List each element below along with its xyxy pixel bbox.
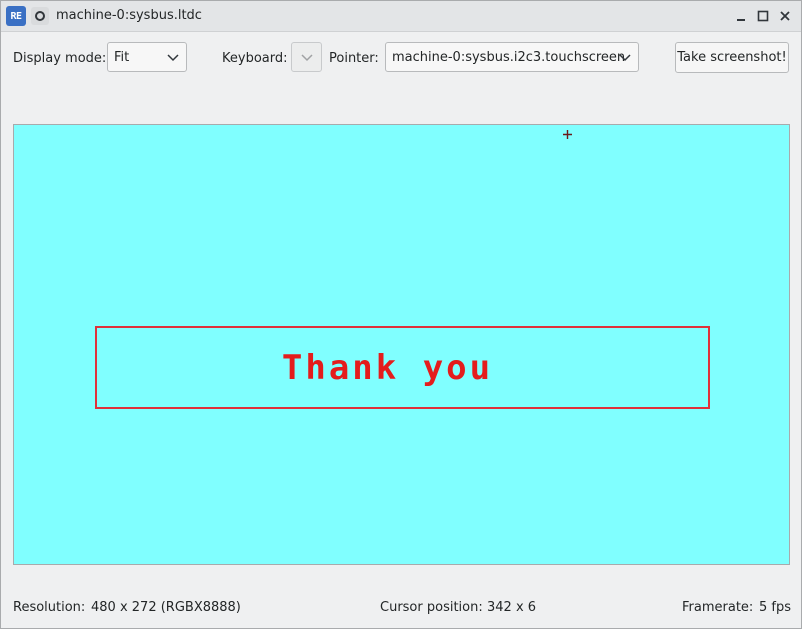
app-icon[interactable]: RE <box>6 6 26 26</box>
keyboard-select[interactable] <box>291 42 322 72</box>
display-mode-select[interactable]: Fit <box>107 42 187 72</box>
display-mode-value: Fit <box>114 49 130 65</box>
crosshair-cursor-icon <box>563 130 572 139</box>
framebuffer-display[interactable]: Thank you <box>13 124 790 565</box>
chevron-down-icon <box>301 54 313 62</box>
window-title: machine-0:sysbus.ltdc <box>56 8 202 23</box>
framerate-label: Framerate: <box>682 600 754 615</box>
thank-you-text: Thank you <box>281 347 494 388</box>
framerate-value: 5 fps <box>759 600 792 615</box>
emulator-window: RE machine-0:sysbus.ltdc Display mode: F… <box>0 0 802 629</box>
pin-icon[interactable] <box>31 7 49 25</box>
chevron-down-icon <box>167 54 179 62</box>
minimize-icon[interactable] <box>731 6 751 26</box>
pointer-label: Pointer: <box>329 51 379 66</box>
title-bar[interactable]: RE machine-0:sysbus.ltdc <box>1 1 801 32</box>
take-screenshot-button[interactable]: Take screenshot! <box>675 42 789 73</box>
resolution-value: 480 x 272 (RGBX8888) <box>91 600 241 615</box>
app-icon-label: RE <box>10 10 22 22</box>
resolution-label: Resolution: <box>13 600 86 615</box>
close-icon[interactable] <box>775 6 795 26</box>
message-frame: Thank you <box>95 326 710 409</box>
pointer-value: machine-0:sysbus.i2c3.touchscreen <box>392 49 626 65</box>
maximize-icon[interactable] <box>753 6 773 26</box>
cursor-position-value: 342 x 6 <box>487 600 537 615</box>
keyboard-label: Keyboard: <box>222 51 288 66</box>
chevron-down-icon <box>619 54 631 62</box>
display-mode-label: Display mode: <box>13 51 107 66</box>
cursor-position-label: Cursor position: <box>380 600 483 615</box>
pointer-select[interactable]: machine-0:sysbus.i2c3.touchscreen <box>385 42 639 72</box>
